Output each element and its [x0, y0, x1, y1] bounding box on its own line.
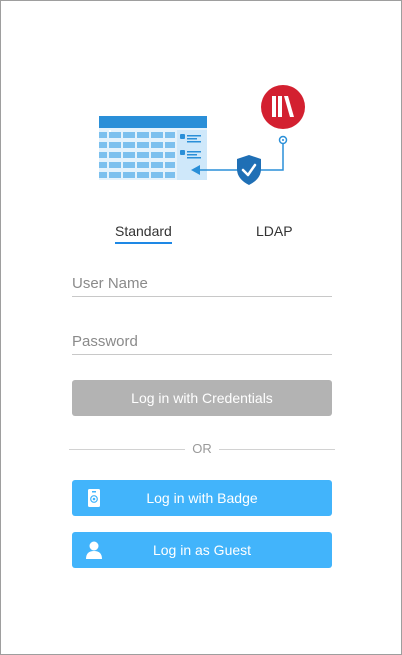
- person-icon: [86, 541, 102, 559]
- or-text: OR: [192, 441, 212, 456]
- login-badge-button[interactable]: Log in with Badge: [72, 480, 332, 516]
- badge-icon: [88, 489, 100, 507]
- login-guest-label: Log in as Guest: [152, 542, 252, 558]
- username-input[interactable]: [72, 271, 332, 297]
- login-window: Standard LDAP Log in with Credentials OR…: [0, 0, 402, 655]
- shield-check-icon: [237, 155, 261, 185]
- login-credentials-button[interactable]: Log in with Credentials: [72, 380, 332, 416]
- brand-logo: [261, 85, 305, 129]
- datagrid-illustration: [99, 85, 305, 185]
- login-badge-label: Log in with Badge: [146, 490, 258, 506]
- login-credentials-label: Log in with Credentials: [131, 390, 273, 406]
- or-divider: OR: [69, 441, 335, 457]
- grid-icon: [99, 116, 207, 180]
- tab-ldap[interactable]: LDAP: [256, 223, 293, 242]
- login-guest-button[interactable]: Log in as Guest: [72, 532, 332, 568]
- password-input[interactable]: [72, 329, 332, 355]
- tab-standard[interactable]: Standard: [115, 223, 172, 244]
- login-mode-tabs: Standard LDAP: [1, 223, 402, 247]
